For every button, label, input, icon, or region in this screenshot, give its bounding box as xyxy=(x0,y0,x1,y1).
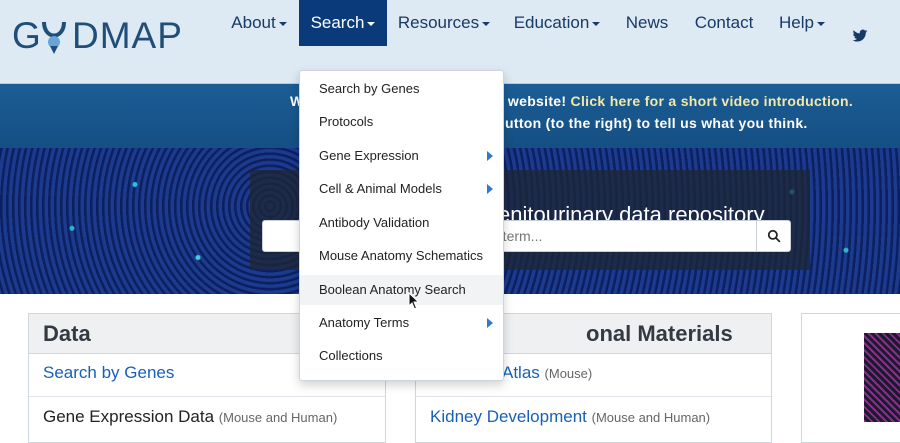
search-by-genes-label: Search by Genes xyxy=(43,363,175,382)
nav-help-label: Help xyxy=(779,13,814,32)
twitter-icon[interactable] xyxy=(852,28,868,44)
nav-contact[interactable]: Contact xyxy=(686,0,762,46)
search-by-genes-link[interactable]: Search by Genes xyxy=(43,363,174,383)
atlas-note: (Mouse) xyxy=(544,366,593,381)
chevron-right-icon xyxy=(487,318,493,328)
nav-contact-label: Contact xyxy=(694,13,754,32)
nav-education-label: Education xyxy=(513,13,590,32)
chevron-right-icon xyxy=(487,151,493,161)
banner-line-2: utton (to the right) to tell us what you… xyxy=(505,115,808,131)
nav-resources-label: Resources xyxy=(397,13,480,32)
logo-icon: G DMAP xyxy=(12,15,183,54)
nav-about[interactable]: About xyxy=(223,0,295,46)
svg-text:G: G xyxy=(12,15,42,54)
menu-item-anatomy-terms[interactable]: Anatomy Terms xyxy=(300,308,503,338)
menu-item-antibody-validation[interactable]: Antibody Validation xyxy=(300,208,503,238)
menu-item-label: Collections xyxy=(319,348,383,363)
chevron-right-icon xyxy=(487,184,493,194)
kidney-development-link[interactable]: Kidney Development (Mouse and Human) xyxy=(430,407,710,427)
search-button[interactable] xyxy=(756,221,790,251)
menu-item-label: Mouse Anatomy Schematics xyxy=(319,248,484,263)
caret-down-icon xyxy=(367,21,376,26)
search-icon xyxy=(767,229,780,243)
caret-down-icon xyxy=(592,21,601,26)
gene-expression-data-note: (Mouse and Human) xyxy=(218,410,338,425)
menu-item-protocols[interactable]: Protocols xyxy=(300,107,503,137)
divider xyxy=(416,396,771,397)
microscopy-image xyxy=(864,333,900,422)
menu-item-label: Boolean Anatomy Search xyxy=(319,282,466,297)
menu-item-search-by-genes[interactable]: Search by Genes xyxy=(300,74,503,104)
kidney-development-note: (Mouse and Human) xyxy=(591,410,711,425)
kidney-development-label: Kidney Development xyxy=(430,407,587,426)
menu-item-label: Search by Genes xyxy=(319,81,420,96)
atlas-link[interactable]: Atlas (Mouse) xyxy=(502,363,592,383)
gene-expression-data-label: Gene Expression Data xyxy=(43,407,215,426)
caret-down-icon xyxy=(816,21,825,26)
banner-mid: website! xyxy=(507,93,567,109)
menu-item-label: Gene Expression xyxy=(319,148,419,163)
menu-item-boolean-anatomy-search[interactable]: Boolean Anatomy Search xyxy=(300,275,503,305)
nav-news-label: News xyxy=(625,13,669,32)
nav-search[interactable]: Search xyxy=(299,0,387,46)
menu-item-label: Cell & Animal Models xyxy=(319,181,442,196)
nav-resources[interactable]: Resources xyxy=(392,0,496,46)
gene-expression-data-link[interactable]: Gene Expression Data (Mouse and Human) xyxy=(43,407,337,427)
nav-help[interactable]: Help xyxy=(772,0,832,46)
menu-item-gene-expression[interactable]: Gene Expression xyxy=(300,141,503,171)
caret-down-icon xyxy=(278,21,287,26)
menu-item-mouse-anatomy-schematics[interactable]: Mouse Anatomy Schematics xyxy=(300,241,503,271)
menu-item-label: Anatomy Terms xyxy=(319,315,410,330)
nav-search-label: Search xyxy=(310,13,365,32)
menu-item-label: Antibody Validation xyxy=(319,215,430,230)
gudmap-logo[interactable]: G DMAP xyxy=(12,14,208,54)
nav-news[interactable]: News xyxy=(618,0,676,46)
menu-item-label: Protocols xyxy=(319,114,374,129)
mouse-cursor-icon xyxy=(408,292,420,310)
divider xyxy=(29,396,385,397)
menu-item-collections[interactable]: Collections xyxy=(300,341,503,371)
caret-down-icon xyxy=(482,21,491,26)
nav-about-label: About xyxy=(231,13,276,32)
svg-text:DMAP: DMAP xyxy=(72,15,183,54)
video-intro-link[interactable]: Click here for a short video introductio… xyxy=(571,93,854,109)
atlas-label: Atlas xyxy=(502,363,540,382)
nav-education[interactable]: Education xyxy=(507,0,607,46)
search-dropdown-menu: Search by Genes Protocols Gene Expressio… xyxy=(299,70,504,381)
menu-item-cell-animal-models[interactable]: Cell & Animal Models xyxy=(300,174,503,204)
